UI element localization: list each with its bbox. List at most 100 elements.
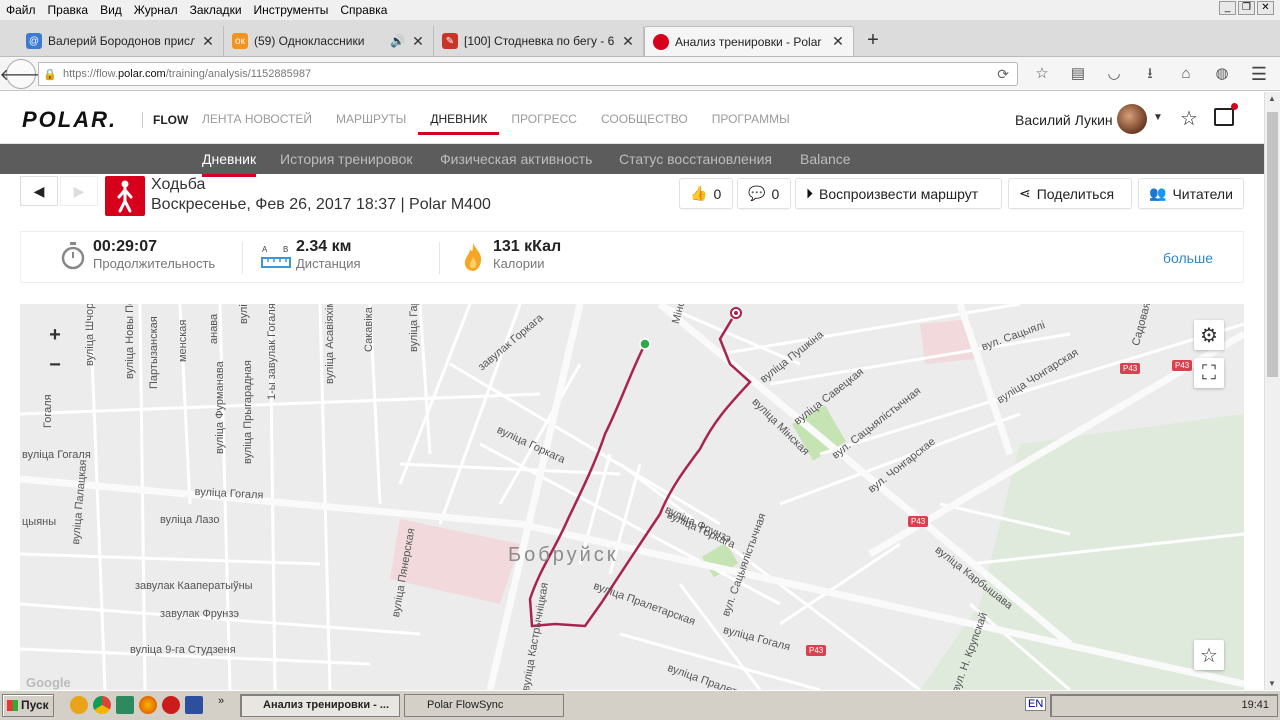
zoom-out-button[interactable]: −: [40, 350, 70, 380]
close-tab-icon[interactable]: ✕: [621, 33, 635, 50]
download-icon[interactable]: ⭳: [1138, 63, 1162, 85]
task-label: Анализ тренировки - ...: [263, 699, 390, 711]
favorite-route-star-icon[interactable]: ☆: [1194, 640, 1224, 670]
task-firefox[interactable]: Анализ тренировки - ...: [240, 694, 400, 717]
subnav-recovery[interactable]: Статус восстановления: [619, 144, 772, 174]
tab-odnoklassniki[interactable]: ок (59) Одноклассники 🔊 ✕: [224, 26, 434, 56]
close-tab-icon[interactable]: ✕: [831, 33, 845, 50]
menu-view[interactable]: Вид: [94, 0, 128, 20]
chat-icon[interactable]: ◍: [1210, 63, 1234, 85]
next-arrow-icon[interactable]: ▶: [60, 176, 98, 206]
menu-edit[interactable]: Правка: [42, 0, 95, 20]
zoom-in-button[interactable]: +: [40, 320, 70, 350]
street-label: вуліца Новы Побыт: [124, 304, 136, 379]
tab-title: Анализ тренировки - Polar F...: [675, 34, 825, 49]
mail-icon: @: [26, 33, 42, 49]
road-badge: P43: [1172, 360, 1193, 371]
network-icon[interactable]: [116, 696, 134, 714]
reader-list-icon[interactable]: ▤: [1066, 63, 1090, 85]
speaker-icon[interactable]: 🔊: [390, 34, 405, 48]
chrome-icon[interactable]: [93, 696, 111, 714]
route-map[interactable]: вуліца Шчорса вуліца Новы Побыт Партызан…: [20, 304, 1244, 690]
subnav-diary[interactable]: Дневник: [202, 144, 257, 177]
subnav-activity[interactable]: Физическая активность: [440, 144, 592, 174]
chevron-down-icon[interactable]: ▼: [1153, 112, 1163, 123]
avast-icon[interactable]: [70, 696, 88, 714]
subnav-balance[interactable]: Balance: [800, 144, 851, 174]
firefox-icon[interactable]: [139, 696, 157, 714]
subnav-training-history[interactable]: История тренировок: [280, 144, 412, 174]
opera-icon[interactable]: [162, 696, 180, 714]
avatar[interactable]: [1117, 104, 1147, 134]
favorites-star-icon[interactable]: ☆: [1180, 106, 1198, 131]
taskbar: Пуск » Анализ тренировки - ... Polar Flo…: [0, 690, 1280, 720]
user-name[interactable]: Василий Лукин: [1015, 112, 1113, 128]
menu-help[interactable]: Справка: [334, 0, 393, 20]
share-icon: ⋖: [1019, 185, 1031, 201]
close-tab-icon[interactable]: ✕: [201, 33, 215, 50]
menu-bar: Файл Правка Вид Журнал Закладки Инструме…: [0, 0, 1280, 20]
street-label: анава: [208, 313, 220, 344]
minimize-icon[interactable]: _: [1219, 1, 1236, 15]
tab-strip: @ Валерий Бородонов присл... ✕ ок (59) О…: [0, 20, 1280, 57]
start-button[interactable]: Пуск: [2, 694, 54, 717]
scroll-down-icon[interactable]: ▼: [1268, 679, 1276, 688]
nav-progress[interactable]: ПРОГРЕСС: [499, 106, 589, 135]
readers-button[interactable]: 👥 Читатели: [1138, 178, 1244, 209]
comment-icon: 💬: [748, 185, 766, 201]
scroll-up-icon[interactable]: ▲: [1268, 94, 1276, 103]
reload-icon[interactable]: ⟳: [997, 66, 1009, 83]
task-polar-flowsync[interactable]: Polar FlowSync: [404, 694, 564, 717]
street-label: Партызанская: [148, 316, 160, 389]
new-tab-icon[interactable]: +: [862, 30, 884, 50]
nav-diary[interactable]: ДНЕВНИК: [418, 106, 500, 135]
sync-notification-icon[interactable]: [1214, 103, 1238, 126]
tab-running-challenge[interactable]: ✎ [100] Стодневка по бегу - 6... ✕: [434, 26, 644, 56]
bookmark-star-icon[interactable]: ☆: [1030, 63, 1054, 85]
save-disk-icon[interactable]: [185, 696, 203, 714]
menu-tools[interactable]: Инструменты: [248, 0, 335, 20]
scrollbar-thumb[interactable]: [1267, 112, 1278, 377]
menu-file[interactable]: Файл: [0, 0, 42, 20]
close-icon[interactable]: ✕: [1257, 1, 1274, 15]
restore-icon[interactable]: ❐: [1238, 1, 1255, 15]
nav-routes[interactable]: МАРШРУТЫ: [324, 106, 418, 135]
url-bar[interactable]: 🔒 https://flow.polar.com/training/analys…: [38, 62, 1018, 86]
chevron-right-icon[interactable]: »: [218, 695, 224, 707]
share-button[interactable]: ⋖ Поделиться: [1008, 178, 1132, 209]
tab-title: (59) Одноклассники: [254, 34, 365, 48]
thumbs-up-icon: 👍: [690, 185, 708, 201]
nav-feed[interactable]: ЛЕНТА НОВОСТЕЙ: [190, 106, 324, 135]
street-label: менская: [177, 319, 189, 362]
menu-bookmarks[interactable]: Закладки: [184, 0, 248, 20]
toolbar-icons: ☆ ▤ ◡ ⭳ ⌂ ◍: [1030, 63, 1234, 85]
fullscreen-icon[interactable]: ⛶: [1194, 358, 1224, 388]
nav-community[interactable]: СООБЩЕСТВО: [589, 106, 700, 135]
street-label: Гогаля: [42, 394, 54, 428]
calories-metric: 131 кКал Калории: [493, 238, 561, 271]
close-tab-icon[interactable]: ✕: [411, 33, 425, 50]
street-label: вуліца Гогаля: [22, 449, 91, 461]
tab-mail[interactable]: @ Валерий Бородонов присл... ✕: [18, 26, 224, 56]
previous-arrow-icon[interactable]: ◀: [20, 176, 58, 206]
page-scrollbar[interactable]: ▲ ▼: [1264, 92, 1280, 690]
nav-programs[interactable]: ПРОГРАММЫ: [700, 106, 802, 135]
like-button[interactable]: 👍 0: [679, 178, 733, 209]
street-label: вуліца Фурманава: [214, 361, 226, 454]
polar-icon: [653, 33, 669, 50]
back-button[interactable]: 🡐: [0, 59, 42, 89]
menu-history[interactable]: Журнал: [128, 0, 184, 20]
polar-logo[interactable]: POLAR.: [22, 107, 117, 133]
map-settings-gear-icon[interactable]: ⚙: [1194, 320, 1224, 350]
language-indicator[interactable]: EN: [1025, 697, 1047, 711]
tab-polar-analysis[interactable]: Анализ тренировки - Polar F... ✕: [644, 26, 854, 56]
street-label: вуліца Прыгарадная: [242, 360, 254, 464]
menu-icon[interactable]: ☰: [1248, 63, 1270, 85]
more-link[interactable]: больше: [1163, 250, 1213, 266]
stopwatch-icon: [61, 242, 85, 270]
pocket-icon[interactable]: ◡: [1102, 63, 1126, 85]
comment-button[interactable]: 💬 0: [737, 178, 791, 209]
home-icon[interactable]: ⌂: [1174, 63, 1198, 85]
distance-metric: 2.34 км Дистанция: [296, 238, 361, 271]
replay-route-button[interactable]: ⏵ Воспроизвести маршрут: [795, 178, 1002, 209]
